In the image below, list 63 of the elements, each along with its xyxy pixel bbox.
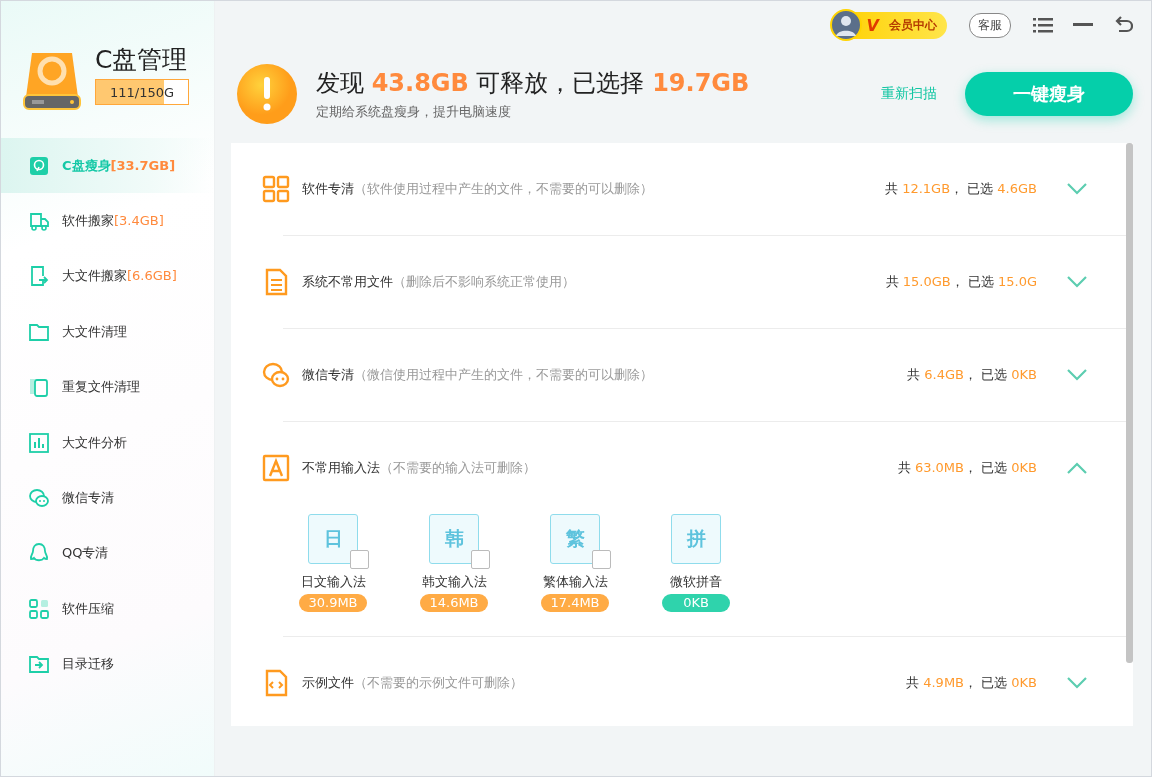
vip-button[interactable]: V 会员中心 bbox=[831, 11, 947, 39]
letter-a-icon bbox=[262, 454, 290, 482]
subtitle: 定期给系统盘瘦身，提升电脑速度 bbox=[316, 103, 512, 121]
size-tag: 14.6MB bbox=[420, 594, 488, 612]
support-button[interactable]: 客服 bbox=[969, 12, 1011, 38]
chat-icon bbox=[262, 361, 290, 389]
chevron-down-icon[interactable] bbox=[1067, 183, 1087, 195]
category-size: 共 63.0MB， 已选 0KB bbox=[897, 459, 1037, 477]
chevron-down-icon[interactable] bbox=[1067, 369, 1087, 381]
bar-chart-icon bbox=[29, 432, 49, 453]
scrollbar[interactable] bbox=[1126, 143, 1133, 663]
category-size: 共 6.4GB， 已选 0KB bbox=[907, 366, 1037, 384]
category-note: （不需要的输入法可删除） bbox=[380, 459, 536, 477]
chevron-down-icon[interactable] bbox=[1067, 276, 1087, 288]
copy-icon bbox=[29, 377, 49, 398]
input-method-name: 繁体输入法 bbox=[542, 573, 608, 591]
category-note: （微信使用过程中产生的文件，不需要的可以删除） bbox=[354, 366, 653, 384]
input-method-name: 日文输入法 bbox=[300, 573, 366, 591]
chevron-up-icon[interactable] bbox=[1067, 462, 1087, 474]
sidebar-item[interactable]: 软件搬家[3.4GB] bbox=[1, 193, 214, 249]
input-method-name: 微软拼音 bbox=[670, 573, 722, 591]
category-note: （删除后不影响系统正常使用） bbox=[393, 273, 575, 291]
scan-summary: 发现 43.8GB 可释放，已选择 19.7GB bbox=[316, 68, 751, 99]
back-icon[interactable] bbox=[1113, 16, 1133, 34]
input-method-name: 韩文输入法 bbox=[421, 573, 487, 591]
folder-arrow-icon bbox=[29, 654, 49, 675]
category-title: 示例文件 bbox=[302, 674, 354, 692]
size-tag: 30.9MB bbox=[299, 594, 367, 612]
truck-icon bbox=[29, 211, 49, 232]
sidebar-item[interactable]: QQ专清 bbox=[1, 525, 214, 582]
size-tag: 17.4MB bbox=[541, 594, 609, 612]
category-size: 共 15.0GB， 已选 15.0G bbox=[885, 273, 1037, 291]
checkbox[interactable] bbox=[592, 550, 611, 569]
warning-icon bbox=[236, 63, 298, 125]
category-size: 共 4.9MB， 已选 0KB bbox=[906, 674, 1037, 692]
sidebar-item[interactable]: 重复文件清理 bbox=[1, 359, 214, 415]
checkbox[interactable] bbox=[350, 550, 369, 569]
sidebar-item[interactable]: 大文件搬家[6.6GB] bbox=[1, 248, 214, 305]
category-note: （软件使用过程中产生的文件，不需要的可以删除） bbox=[354, 180, 653, 198]
penguin-icon bbox=[29, 543, 49, 564]
file-arrow-icon bbox=[29, 266, 49, 287]
sidebar-item[interactable]: 大文件分析 bbox=[1, 414, 214, 471]
menu-icon[interactable] bbox=[1033, 17, 1053, 33]
chevron-down-icon[interactable] bbox=[1067, 677, 1087, 689]
checkbox[interactable] bbox=[471, 550, 490, 569]
category-note: （不需要的示例文件可删除） bbox=[354, 674, 523, 692]
minimize-icon[interactable] bbox=[1073, 23, 1093, 27]
app-title: C盘管理 bbox=[95, 45, 189, 75]
category-title: 软件专清 bbox=[302, 180, 354, 198]
sidebar-item[interactable]: 微信专清 bbox=[1, 470, 214, 526]
chat-icon bbox=[29, 488, 49, 509]
sidebar-item[interactable]: 大文件清理 bbox=[1, 304, 214, 360]
size-tag: 0KB bbox=[662, 594, 730, 612]
category-title: 不常用输入法 bbox=[302, 459, 380, 477]
folder-icon bbox=[29, 321, 49, 342]
category-title: 系统不常用文件 bbox=[302, 273, 393, 291]
avatar-icon bbox=[829, 9, 862, 41]
grid-icon bbox=[262, 175, 290, 203]
grid-icon bbox=[29, 598, 49, 619]
sidebar-item[interactable]: 软件压缩 bbox=[1, 581, 214, 637]
sidebar-item[interactable]: 目录迁移 bbox=[1, 636, 214, 692]
category-title: 微信专清 bbox=[302, 366, 354, 384]
category-size: 共 12.1GB， 已选 4.6GB bbox=[885, 180, 1037, 198]
